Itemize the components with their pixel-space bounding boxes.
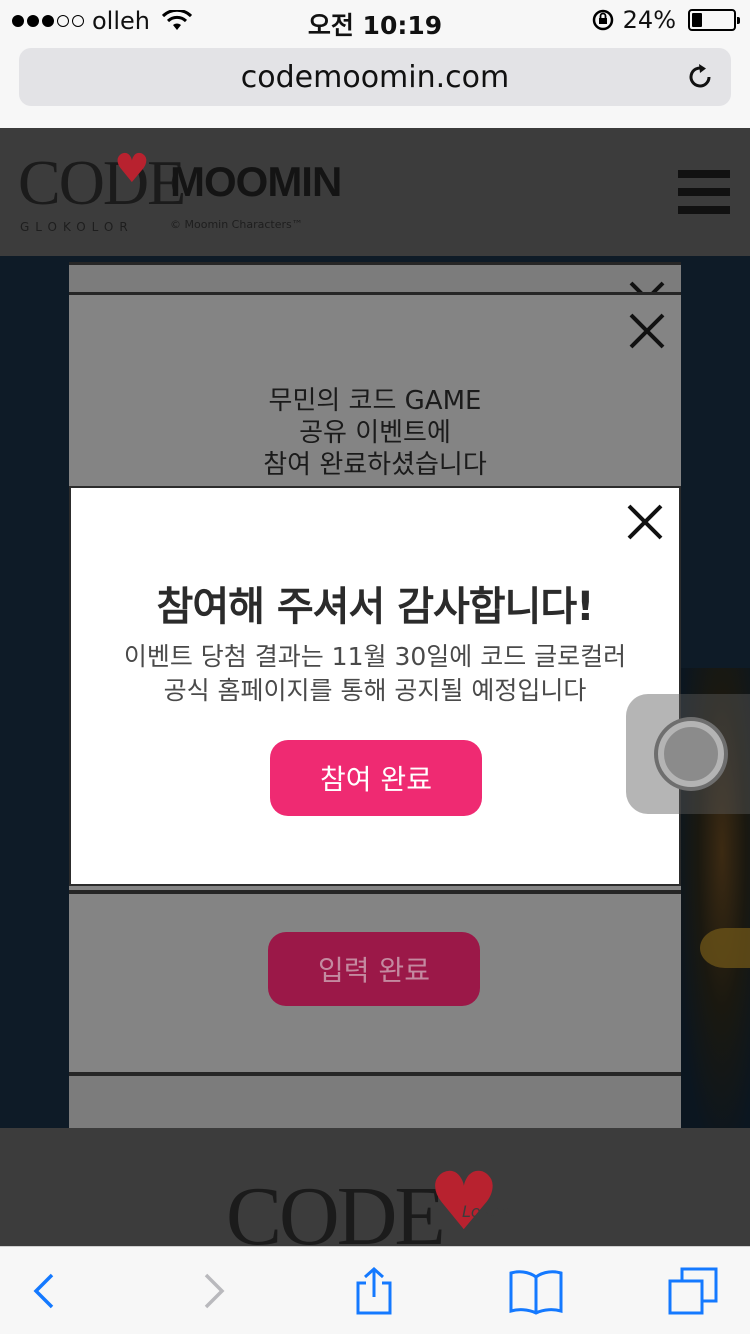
assistive-touch-button[interactable]	[626, 694, 750, 814]
battery-icon	[688, 9, 740, 31]
logo-code-text: CODE	[18, 147, 186, 218]
reload-icon[interactable]	[685, 62, 715, 92]
menu-line	[678, 206, 730, 214]
popup-message-line: 공유 이벤트에	[299, 418, 451, 448]
close-icon[interactable]	[625, 502, 665, 542]
chevron-right-icon[interactable]	[190, 1267, 234, 1315]
menu-line	[678, 188, 730, 196]
footer-code-text: CODE	[226, 1170, 446, 1246]
popup-message-line: 참여 완료하셨습니다	[263, 450, 487, 480]
address-bar[interactable]: codemoomin.com	[19, 48, 731, 106]
popup-message-line: 무민의 코드 GAME	[268, 386, 482, 416]
logo-moomin-text: MOOMIN	[170, 158, 342, 205]
rotation-lock-icon	[592, 9, 613, 31]
thank-you-modal: 참여해 주셔서 감사합니다! 이벤트 당첨 결과는 11월 30일에 코드 글로…	[69, 486, 681, 886]
input-complete-button[interactable]: 입력 완료	[268, 932, 480, 1006]
menu-line	[678, 170, 730, 178]
status-bar: olleh 오전 10:19 24%	[0, 0, 750, 40]
site-footer: CODE ♥ Loves	[0, 1128, 750, 1246]
share-icon[interactable]	[352, 1267, 396, 1315]
popup-message: 무민의 코드 GAME 공유 이벤트에 참여 완료하셨습니다	[69, 385, 681, 481]
heart-icon: ♥	[114, 146, 150, 192]
background-fish	[700, 928, 750, 968]
assistive-touch-icon	[658, 721, 724, 787]
url-text[interactable]: codemoomin.com	[19, 60, 731, 95]
book-icon[interactable]	[508, 1267, 564, 1315]
site-logo[interactable]: CODE ♥ MOOMIN GLOKOLOR © Moomin Characte…	[18, 146, 342, 241]
logo-copyright: © Moomin Characters™	[170, 218, 303, 231]
tabs-icon[interactable]	[668, 1267, 718, 1315]
participation-complete-button[interactable]: 참여 완료	[270, 740, 482, 816]
chevron-left-icon[interactable]	[24, 1267, 68, 1315]
browser-toolbar	[0, 1246, 750, 1334]
modal-message-line: 이벤트 당첨 결과는 11월 30일에 코드 글로컬러	[123, 642, 627, 671]
hamburger-icon[interactable]	[678, 170, 730, 214]
address-bar-area: codemoomin.com	[0, 40, 750, 128]
footer-loves-text: Loves	[462, 1202, 509, 1221]
status-right: 24%	[591, 6, 740, 34]
logo-glo-text: GLOKOLOR	[20, 220, 134, 234]
modal-title: 참여해 주셔서 감사합니다!	[156, 584, 595, 630]
battery-percent: 24%	[622, 6, 676, 34]
popup-layer-lower: 입력 완료	[69, 890, 681, 1076]
battery-fill	[692, 13, 702, 27]
modal-message: 이벤트 당첨 결과는 11월 30일에 코드 글로컬러 공식 홈페이지를 통해 …	[71, 640, 679, 708]
site-header: CODE ♥ MOOMIN GLOKOLOR © Moomin Characte…	[0, 128, 750, 256]
close-icon[interactable]	[627, 311, 667, 351]
modal-message-line: 공식 홈페이지를 통해 공지될 예정입니다	[163, 676, 587, 705]
